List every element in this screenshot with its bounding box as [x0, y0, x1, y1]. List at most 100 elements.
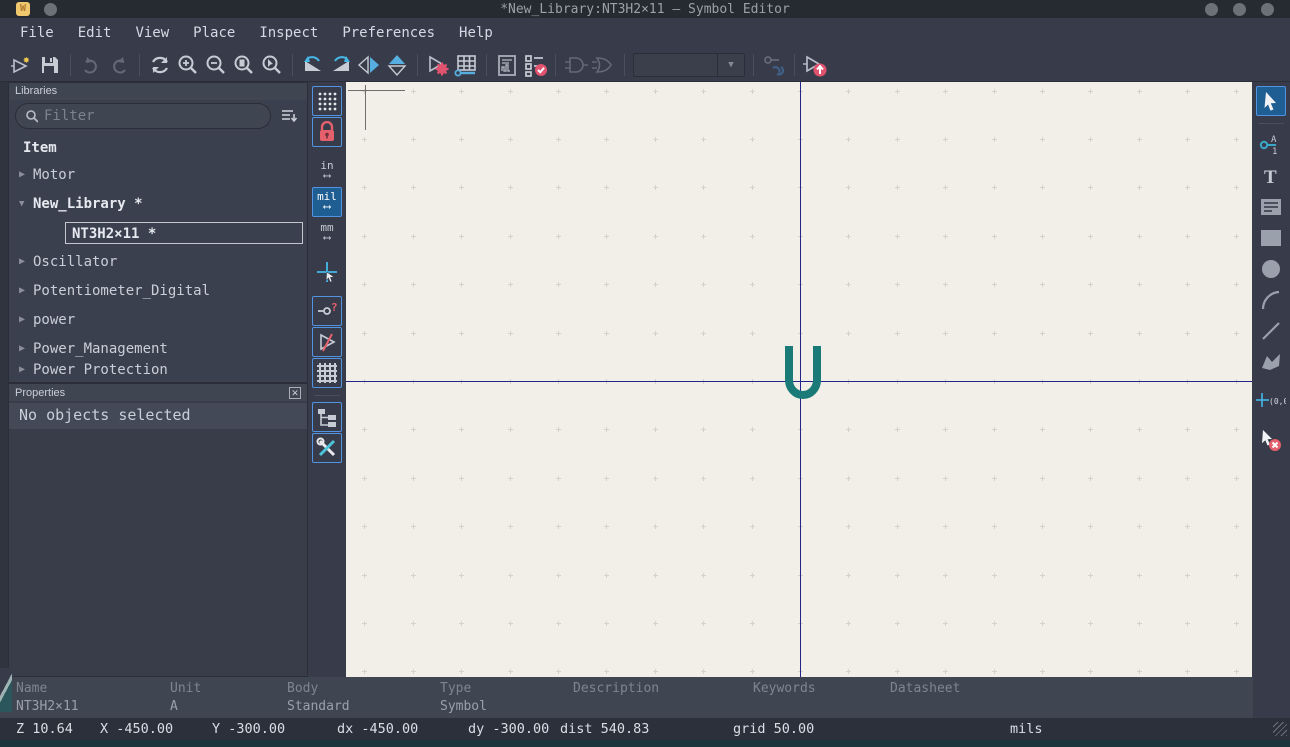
grid-dot: [701, 89, 706, 94]
demorgan-alternate-button[interactable]: [590, 51, 618, 79]
new-symbol-button[interactable]: ✸: [8, 51, 36, 79]
pin-libraries-button[interactable]: [277, 104, 301, 128]
export-symbol-button[interactable]: [801, 51, 829, 79]
demorgan-standard-button[interactable]: [562, 51, 590, 79]
grid-dot: [701, 427, 706, 432]
hidden-pins-button[interactable]: [312, 358, 342, 388]
zoom-to-selection-button[interactable]: [258, 51, 286, 79]
resize-grip-icon[interactable]: [1273, 722, 1287, 736]
undo-button[interactable]: [77, 51, 105, 79]
window-minimize-button[interactable]: [1205, 3, 1218, 16]
zoom-to-fit-button[interactable]: [230, 51, 258, 79]
symbol-properties-button[interactable]: [424, 51, 452, 79]
symbol-reference-text[interactable]: [783, 344, 823, 410]
grid-dot: [750, 573, 755, 578]
select-tool-button[interactable]: [1256, 86, 1286, 116]
menu-place[interactable]: Place: [181, 21, 247, 45]
chevron-right-icon[interactable]: ▶: [19, 364, 33, 375]
grid-dot: [992, 89, 997, 94]
grid-dot: [556, 185, 561, 190]
units-mils-button[interactable]: mil⟷: [312, 187, 342, 217]
grid-dot: [1234, 524, 1239, 529]
grid-dot: [943, 621, 948, 626]
zoom-in-button[interactable]: [174, 51, 202, 79]
library-filter-input[interactable]: [44, 108, 260, 124]
grid-dot: [556, 476, 561, 481]
canvas[interactable]: [346, 82, 1252, 677]
grid-dot: [701, 282, 706, 287]
chevron-down-icon[interactable]: ▼: [19, 199, 33, 209]
save-button[interactable]: [36, 51, 64, 79]
rotate-cw-button[interactable]: [327, 51, 355, 79]
rotate-ccw-button[interactable]: [299, 51, 327, 79]
toolbar-separator: [417, 54, 418, 76]
redo-button[interactable]: [105, 51, 133, 79]
grid-dot: [1234, 282, 1239, 287]
grid-lock-button[interactable]: [312, 117, 342, 147]
unit-select[interactable]: ▼: [633, 53, 745, 77]
grid-dot: [653, 427, 658, 432]
chevron-right-icon[interactable]: ▶: [19, 285, 33, 296]
info-label-body: Body: [287, 681, 318, 696]
library-item-new-library[interactable]: ▼ New_Library *: [9, 189, 307, 218]
chevron-right-icon[interactable]: ▶: [19, 256, 33, 267]
text-tool-button[interactable]: T: [1256, 161, 1286, 191]
grid-dot: [508, 476, 513, 481]
mirror-horizontal-button[interactable]: [355, 51, 383, 79]
units-inches-button[interactable]: in⟷: [312, 156, 342, 186]
library-item-power[interactable]: ▶ power: [9, 305, 307, 334]
anchor-tool-button[interactable]: (0,0): [1256, 386, 1286, 416]
hidden-fields-button[interactable]: [312, 327, 342, 357]
mirror-vertical-button[interactable]: [383, 51, 411, 79]
selected-symbol[interactable]: NT3H2×11 *: [65, 222, 303, 244]
window-maximize-button[interactable]: [1233, 3, 1246, 16]
grid-dot: [411, 234, 416, 239]
grid-dot: [1137, 331, 1142, 336]
library-item-potentiometer-digital[interactable]: ▶ Potentiometer_Digital: [9, 276, 307, 305]
chevron-right-icon[interactable]: ▶: [19, 343, 33, 354]
line-tool-button[interactable]: [1256, 316, 1286, 346]
libraries-panel-toggle[interactable]: [312, 402, 342, 432]
cursor-shape-button[interactable]: [312, 257, 342, 287]
menu-view[interactable]: View: [123, 21, 181, 45]
menu-file[interactable]: File: [8, 21, 66, 45]
close-icon[interactable]: ✕: [289, 387, 301, 399]
grid-dot: [411, 621, 416, 626]
libraries-panel: Libraries Item ▶ Motor ▼ New_Library * N…: [8, 82, 308, 383]
rectangle-tool-button[interactable]: [1256, 223, 1286, 253]
grid-dot: [604, 573, 609, 578]
datasheet-button[interactable]: [493, 51, 521, 79]
grid-dot: [556, 524, 561, 529]
arc-tool-button[interactable]: [1256, 285, 1286, 315]
menu-edit[interactable]: Edit: [66, 21, 124, 45]
pin-table-button[interactable]: [452, 51, 480, 79]
menu-inspect[interactable]: Inspect: [247, 21, 330, 45]
refresh-view-button[interactable]: [146, 51, 174, 79]
grid-dot: [604, 669, 609, 674]
circle-tool-button[interactable]: [1256, 254, 1286, 284]
pin-tool-button[interactable]: A1: [1256, 130, 1286, 160]
symbol-item-nt3h2x11[interactable]: NT3H2×11 *: [9, 218, 307, 247]
chevron-right-icon[interactable]: ▶: [19, 169, 33, 180]
grid-dot: [411, 524, 416, 529]
zoom-out-button[interactable]: [202, 51, 230, 79]
library-item-motor[interactable]: ▶ Motor: [9, 160, 307, 189]
pin-electrical-types-button[interactable]: ?: [312, 296, 342, 326]
menu-help[interactable]: Help: [447, 21, 505, 45]
textbox-tool-button[interactable]: [1256, 192, 1286, 222]
erc-check-button[interactable]: [521, 51, 549, 79]
grid-dot: [362, 137, 367, 142]
library-filter-box[interactable]: [15, 103, 271, 129]
menu-preferences[interactable]: Preferences: [330, 21, 447, 45]
library-item-oscillator[interactable]: ▶ Oscillator: [9, 247, 307, 276]
window-close-button[interactable]: [1261, 3, 1274, 16]
library-item-power-protection[interactable]: ▶ Power_Protection: [9, 363, 307, 376]
properties-panel-toggle[interactable]: [312, 433, 342, 463]
grid-visibility-button[interactable]: [312, 86, 342, 116]
delete-tool-button[interactable]: [1256, 425, 1286, 455]
chevron-right-icon[interactable]: ▶: [19, 314, 33, 325]
library-item-power-management[interactable]: ▶ Power_Management: [9, 334, 307, 363]
units-mm-button[interactable]: mm⟷: [312, 218, 342, 248]
polygon-tool-button[interactable]: [1256, 347, 1286, 377]
sync-pins-button[interactable]: [760, 51, 788, 79]
